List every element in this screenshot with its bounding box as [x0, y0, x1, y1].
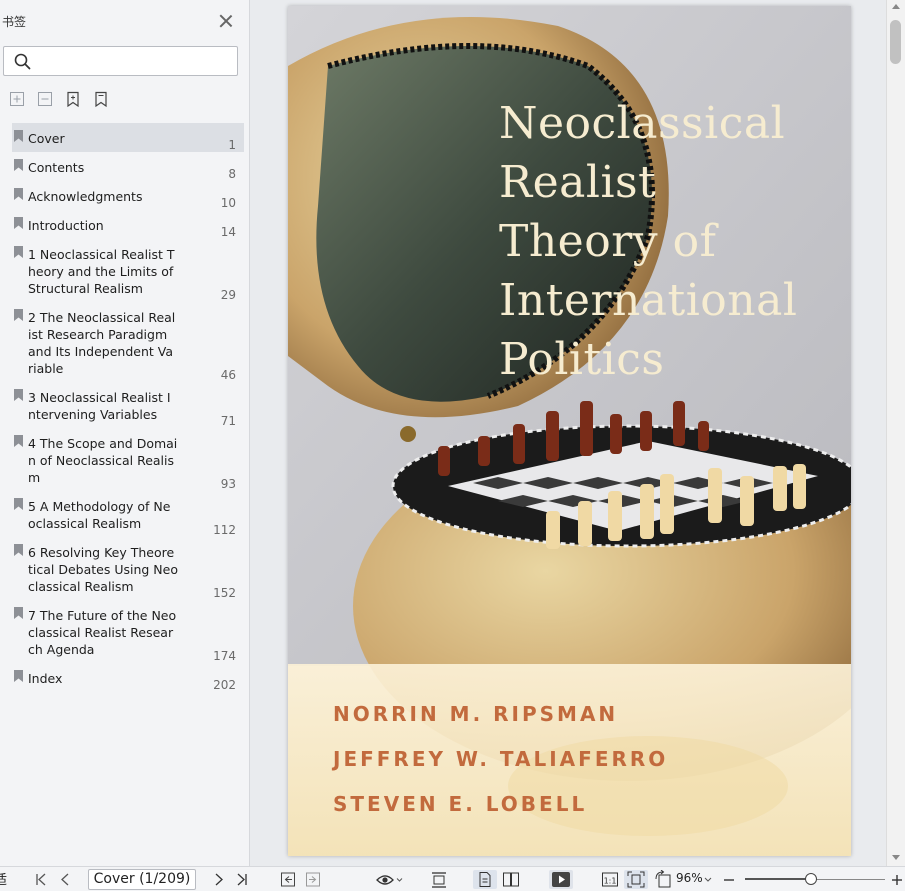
bookmark-page-number: 152	[213, 586, 236, 600]
fit-label-fragment[interactable]: 适	[0, 869, 7, 888]
bookmark-page-number: 8	[228, 167, 236, 181]
bookmark-page-number: 174	[213, 649, 236, 663]
bookmark-item[interactable]: 5 A Methodology of Neoclassical Realism 1…	[12, 491, 244, 537]
actual-size-icon[interactable]: 1:1	[601, 870, 619, 889]
go-forward-icon[interactable]	[305, 870, 321, 889]
svg-text:1:1: 1:1	[604, 877, 617, 886]
author-name: STEVEN E. LOBELL	[333, 792, 588, 816]
bookmark-label: Introduction	[28, 218, 104, 233]
bookmark-page-number: 93	[220, 477, 236, 491]
bookmark-label: 3 Neoclassical Realist Intervening Varia…	[28, 390, 171, 422]
bookmark-label: Acknowledgments	[28, 189, 143, 204]
fit-page-button[interactable]	[624, 870, 648, 889]
scroll-down-icon[interactable]	[892, 855, 900, 860]
scroll-up-icon[interactable]	[892, 4, 900, 9]
bookmark-flag-icon	[14, 309, 23, 321]
author-name: JEFFREY W. TALIAFERRO	[333, 747, 669, 771]
bookmark-page-number: 10	[220, 196, 236, 210]
bookmark-flag-icon	[14, 544, 23, 556]
bookmark-item[interactable]: 3 Neoclassical Realist Intervening Varia…	[12, 382, 244, 428]
search-icon	[14, 53, 31, 70]
bookmark-label: 7 The Future of the Neoclassical Realist…	[28, 608, 177, 657]
bookmark-flag-icon	[14, 217, 23, 229]
add-bookmark-icon[interactable]	[64, 90, 82, 108]
zoom-slider-handle[interactable]	[804, 873, 817, 885]
bottom-toolbar: 适 Cover (1/209) 1:1 96%	[0, 866, 905, 891]
bookmark-label: 5 A Methodology of Neoclassical Realism	[28, 499, 171, 531]
bookmark-flag-icon	[14, 607, 23, 619]
cover-authors: NORRIN M. RIPSMAN JEFFREY W. TALIAFERRO …	[333, 692, 668, 827]
bookmark-panel: 书签 Cover 1 Contents 8 Acknowledgments 10 Intro…	[0, 0, 250, 866]
bookmark-item[interactable]: Introduction 14	[12, 210, 244, 239]
bookmark-page-number: 14	[220, 225, 236, 239]
zoom-dropdown-icon[interactable]	[704, 870, 712, 889]
bookmark-flag-icon	[14, 498, 23, 510]
bookmark-label: 6 Resolving Key Theoretical Debates Usin…	[28, 545, 178, 594]
first-page-icon[interactable]	[34, 870, 48, 889]
bookmark-label: 1 Neoclassical Realist Theory and the Li…	[28, 247, 175, 296]
bookmark-item[interactable]: 2 The Neoclassical Realist Research Para…	[12, 302, 244, 382]
bookmark-page-number: 112	[213, 523, 236, 537]
bookmark-item[interactable]: 1 Neoclassical Realist Theory and the Li…	[12, 239, 244, 302]
bookmark-page-number: 1	[228, 138, 236, 152]
bookmark-label: 2 The Neoclassical Realist Research Para…	[28, 310, 176, 376]
bookmark-item[interactable]: Index 202	[12, 663, 244, 692]
cover-title: Neoclassical Realist Theory of Internati…	[499, 98, 798, 385]
bookmark-flag-icon	[14, 159, 23, 171]
bookmark-item[interactable]: Contents 8	[12, 152, 244, 181]
bookmark-flag-icon	[14, 246, 23, 258]
bookmark-label: Cover	[28, 131, 65, 146]
bookmark-page-number: 71	[220, 414, 236, 428]
previous-page-icon[interactable]	[58, 870, 72, 889]
bookmark-label: Contents	[28, 160, 85, 175]
bookmark-item[interactable]: Acknowledgments 10	[12, 181, 244, 210]
bookmark-item[interactable]: 6 Resolving Key Theoretical Debates Usin…	[12, 537, 244, 600]
bookmark-flag-icon	[14, 389, 23, 401]
zoom-slider-fill	[745, 878, 811, 880]
bookmark-item[interactable]: Cover 1	[12, 123, 244, 152]
bookmark-page-number: 46	[220, 368, 236, 382]
bookmark-page-number: 29	[220, 288, 236, 302]
zoom-out-icon[interactable]	[722, 870, 736, 889]
fit-page-icon	[627, 871, 645, 888]
vertical-scrollbar[interactable]	[886, 0, 905, 866]
continuous-scroll-icon[interactable]	[430, 870, 448, 889]
bookmark-label: Index	[28, 671, 63, 686]
bookmark-icon[interactable]	[92, 90, 110, 108]
bookmark-search-box[interactable]	[3, 46, 238, 76]
zoom-in-icon[interactable]	[890, 870, 904, 889]
bookmark-item[interactable]: 4 The Scope and Domain of Neoclassical R…	[12, 428, 244, 491]
bookmark-item[interactable]: 7 The Future of the Neoclassical Realist…	[12, 600, 244, 663]
book-cover-page: Neoclassical Realist Theory of Internati…	[288, 6, 851, 856]
next-page-icon[interactable]	[212, 870, 226, 889]
collapse-all-icon[interactable]	[36, 90, 54, 108]
last-page-icon[interactable]	[235, 870, 249, 889]
play-icon	[552, 872, 570, 887]
document-viewer[interactable]: Neoclassical Realist Theory of Internati…	[251, 0, 886, 866]
reading-mode-icon[interactable]	[375, 870, 405, 889]
bookmark-page-number: 202	[213, 678, 236, 692]
scrollbar-thumb[interactable]	[890, 20, 901, 64]
panel-title: 书签	[2, 15, 27, 29]
page-number-field[interactable]: Cover (1/209)	[88, 869, 196, 890]
author-name: NORRIN M. RIPSMAN	[333, 702, 619, 726]
zoom-level[interactable]: 96%	[676, 871, 703, 885]
bookmark-flag-icon	[14, 188, 23, 200]
expand-all-icon[interactable]	[8, 90, 26, 108]
bookmark-flag-icon	[14, 130, 23, 142]
bookmark-toolbar	[8, 90, 110, 108]
bookmark-search-input[interactable]	[38, 51, 232, 71]
bookmark-flag-icon	[14, 435, 23, 447]
close-icon[interactable]	[218, 13, 234, 29]
bookmark-label: 4 The Scope and Domain of Neoclassical R…	[28, 436, 178, 485]
slideshow-button[interactable]	[549, 870, 573, 889]
single-page-icon	[479, 872, 491, 887]
bookmark-flag-icon	[14, 670, 23, 682]
two-page-icon[interactable]	[502, 870, 520, 889]
rotate-icon[interactable]	[654, 870, 672, 889]
go-back-icon[interactable]	[280, 870, 296, 889]
single-page-view-button[interactable]	[473, 870, 497, 889]
